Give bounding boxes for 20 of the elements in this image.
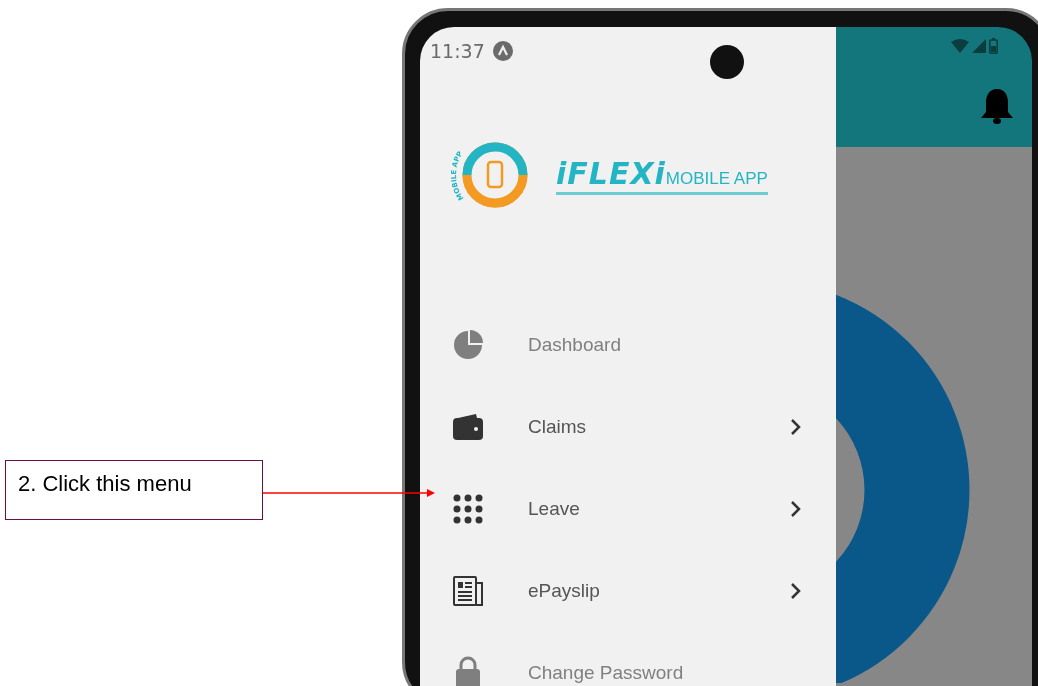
pie-chart-icon <box>453 330 483 360</box>
lock-icon <box>455 656 481 686</box>
bell-icon[interactable] <box>980 87 1014 125</box>
grid-icon <box>453 494 483 524</box>
menu-item[interactable]: Claims <box>420 386 836 468</box>
chevron-right-icon <box>790 418 802 436</box>
newspaper-icon <box>452 575 484 607</box>
chevron-right-icon <box>790 582 802 600</box>
wallet-icon <box>452 412 484 442</box>
wifi-icon <box>951 39 969 53</box>
logo-brand-text: iFLEXi <box>556 155 666 191</box>
status-time: 11:37 <box>430 40 485 62</box>
chevron-right-icon <box>790 500 802 518</box>
menu-item[interactable]: Leave <box>420 468 836 550</box>
notification-icon <box>492 41 513 61</box>
menu-item[interactable]: ePayslip <box>420 550 836 632</box>
battery-icon <box>989 38 998 54</box>
annotation-note: 2. Click this menu <box>5 460 263 520</box>
signal-icon <box>972 39 986 53</box>
logo-tagline: MOBILE APP <box>665 168 768 189</box>
